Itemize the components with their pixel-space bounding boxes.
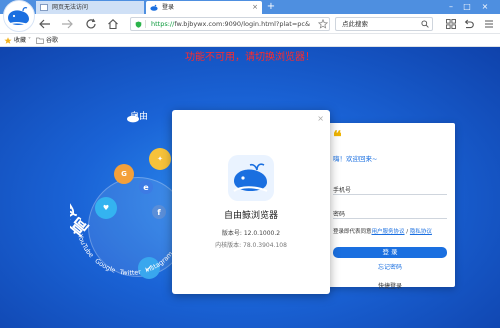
url-text: fw.bjbywx.com:9090/login.html?plat=pc& [174, 20, 311, 28]
quick-login-link[interactable]: 快捷登录 [325, 281, 455, 290]
bookmark-favorites[interactable]: 收藏 ˅ [4, 34, 31, 47]
warning-banner: 功能不可用，请切换浏览器！ [185, 52, 315, 63]
social-labels: YouTube Google Twitter Instagram [76, 232, 175, 277]
phone-field-underline [333, 194, 447, 195]
tab-login[interactable]: 登录 × [146, 1, 262, 14]
agreement-prefix: 登录即代表同意 [333, 229, 372, 235]
social-label: YouTube [76, 232, 96, 259]
shield-icon [135, 21, 142, 28]
search-placeholder: 点此搜索 [342, 20, 368, 28]
menu-button[interactable] [482, 17, 496, 31]
search-input[interactable]: 点此搜索 [335, 17, 433, 31]
undo-icon [464, 19, 474, 29]
home-button[interactable] [106, 17, 120, 31]
login-card: ❝ 嗨！欢迎回来~ 手机号 密码 登录即代表同意用户服务协议 / 隐私协议 登 … [325, 123, 455, 290]
agreement-text: 登录即代表同意用户服务协议 / 隐私协议 [333, 229, 449, 236]
minimize-button[interactable]: – [444, 0, 458, 14]
ie-icon: e [139, 180, 153, 194]
about-dialog: × 自由鲸浏览器 版本号: 12.0.1000.2 内核版本: 78.0.390… [172, 110, 330, 294]
hamburger-icon [485, 20, 493, 28]
search-icon[interactable] [421, 20, 429, 28]
url-scheme: https:// [151, 20, 175, 28]
new-tab-button[interactable]: + [265, 0, 277, 14]
star-icon [4, 37, 12, 44]
privacy-link[interactable]: 隐私协议 [410, 229, 432, 235]
arrow-left-icon [39, 19, 50, 29]
address-bar[interactable]: https://fw.bjbywx.com:9090/login.html?pl… [130, 17, 330, 31]
home-icon [108, 19, 118, 30]
tab-title: 网页无法访问 [52, 4, 89, 11]
bookmark-star-button[interactable] [316, 17, 330, 31]
phone-field[interactable]: 手机号 [333, 185, 351, 194]
tab-error-page[interactable]: 网页无法访问 [36, 1, 144, 14]
page-icon [40, 4, 48, 11]
arrow-right-icon [62, 19, 73, 29]
social-label: Google [93, 257, 116, 275]
kernel-version-text: 内核版本: 78.0.3904.108 [215, 242, 287, 249]
social-label: Twitter [118, 268, 142, 277]
close-window-button[interactable]: × [478, 0, 492, 14]
bookmark-label: 收藏 [14, 37, 27, 44]
whale-icon [233, 163, 268, 192]
version-text: 版本号: 12.0.1000.2 [221, 230, 281, 237]
welcome-text: 嗨！欢迎回来~ [333, 155, 378, 163]
separator [145, 20, 146, 28]
bookmark-google[interactable]: 谷歌 [36, 34, 58, 47]
quote-icon: ❝ [333, 127, 342, 146]
terms-link[interactable]: 用户服务协议 [372, 229, 405, 235]
google-icon: G [114, 164, 134, 184]
forward-button[interactable] [60, 17, 74, 31]
bookmarks-bar: 收藏 ˅ 谷歌 [0, 34, 500, 47]
app-icon [228, 155, 274, 201]
app-name: 自由鲸浏览器 [223, 211, 278, 221]
whale-logo-icon [7, 7, 30, 26]
refresh-icon [86, 18, 96, 29]
back-button[interactable] [38, 17, 52, 31]
undo-button[interactable] [462, 17, 476, 31]
forgot-password-link[interactable]: 忘记密码 [325, 262, 455, 271]
web-page: 功能不可用，请切换浏览器！ 高速畅游~ 自由 ✦ G e ♥ ✓ f YouTu… [0, 47, 500, 328]
login-button[interactable]: 登 录 [333, 247, 447, 258]
toolbar: https://fw.bjbywx.com:9090/login.html?pl… [0, 14, 500, 34]
tab-bar: 网页无法访问 登录 × + – □ × [0, 0, 500, 14]
tab-title: 登录 [162, 4, 175, 11]
lightbulb-icon: ✦ [149, 148, 171, 170]
whale-small-icon [127, 113, 139, 123]
whale-icon [150, 4, 158, 11]
close-icon[interactable]: × [252, 1, 258, 14]
password-field[interactable]: 密码 [333, 209, 345, 218]
apps-button[interactable] [444, 17, 458, 31]
grid-icon [446, 19, 456, 29]
refresh-button[interactable] [84, 17, 98, 31]
app-logo[interactable] [3, 0, 35, 32]
bookmark-label: 谷歌 [46, 37, 59, 44]
folder-icon [36, 37, 44, 44]
chevron-down-icon: ˅ [27, 37, 31, 44]
close-icon[interactable]: × [317, 114, 324, 123]
social-label: Instagram [144, 250, 174, 274]
svg-text:YouTube Google: YouTube Google Twitter Instagram [76, 232, 175, 277]
star-outline-icon [318, 19, 328, 29]
password-field-underline [333, 218, 447, 219]
maximize-button[interactable]: □ [460, 0, 474, 14]
